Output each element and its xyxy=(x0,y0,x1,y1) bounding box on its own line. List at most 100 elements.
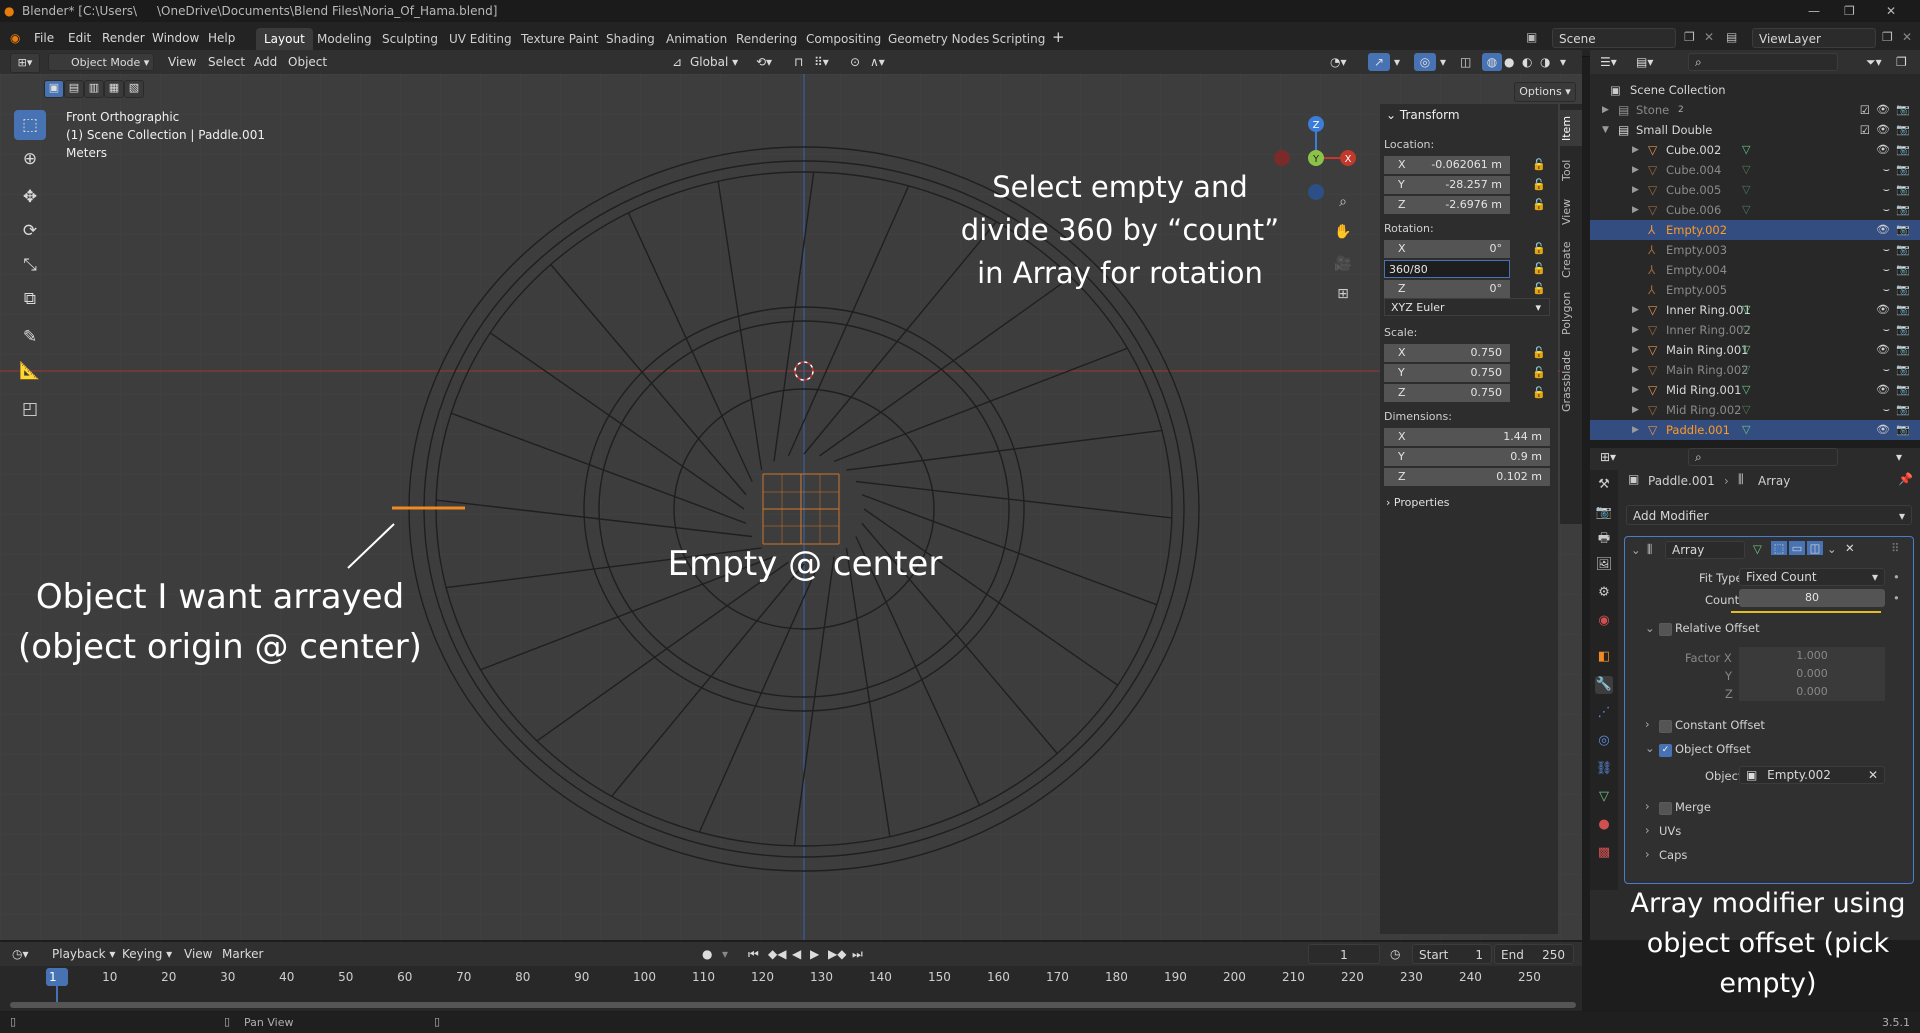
tab-modeling[interactable]: Modeling xyxy=(309,28,380,50)
new-scene-icon[interactable]: ❐ xyxy=(1684,30,1695,44)
select-intersect-icon[interactable]: ▧ xyxy=(124,80,144,98)
outliner-row[interactable]: ▶ ▽ Main Ring.001 ▽ 👁 📷 xyxy=(1590,340,1920,360)
outliner-row[interactable]: ▶ ▽ Cube.002 ▽ 👁 📷 xyxy=(1590,140,1920,160)
transform-tool-icon[interactable]: ⧉ xyxy=(14,284,46,314)
output-properties-icon[interactable]: 🖶 xyxy=(1595,530,1613,548)
clear-object-icon[interactable]: ✕ xyxy=(1868,767,1878,783)
overlays-menu-icon[interactable]: ▾ xyxy=(1440,53,1446,71)
shading-menu-icon[interactable]: ▾ xyxy=(1560,53,1566,71)
outliner-row-scene-collection[interactable]: ▣ Scene Collection xyxy=(1590,80,1920,100)
menu-playback[interactable]: Playback ▾ xyxy=(52,945,115,963)
modifier-properties-icon[interactable]: 🔧 xyxy=(1595,676,1613,694)
new-viewlayer-icon[interactable]: ❐ xyxy=(1882,30,1893,44)
tool-properties-icon[interactable]: ⚒ xyxy=(1595,476,1613,494)
rotation-y-field[interactable]: 360/80 xyxy=(1384,260,1510,278)
object-offset-checkbox[interactable]: ✓ xyxy=(1659,744,1672,757)
mesh-data-icon[interactable]: ▽ xyxy=(1742,300,1750,320)
lock-icon[interactable]: 🔓 xyxy=(1532,198,1546,211)
blender-menu-icon[interactable]: ◉ xyxy=(10,31,20,45)
remove-modifier-icon[interactable]: ✕ xyxy=(1845,541,1855,555)
menu-keying[interactable]: Keying ▾ xyxy=(122,945,172,963)
lock-icon[interactable]: 🔓 xyxy=(1532,262,1546,275)
zoom-view-icon[interactable]: ⌕ xyxy=(1332,194,1354,210)
render-camera-icon[interactable]: 📷 xyxy=(1896,220,1910,240)
outliner-editor-type-icon[interactable]: ☰▾ xyxy=(1600,53,1617,71)
minimize-icon[interactable]: — xyxy=(1808,4,1820,18)
view-layer-properties-icon[interactable]: 🖼 xyxy=(1595,556,1613,574)
expand-arrow-icon[interactable]: ▶ xyxy=(1632,320,1639,340)
scene-properties-icon[interactable]: ⚙ xyxy=(1595,584,1613,602)
object-properties-icon[interactable]: ◧ xyxy=(1595,648,1613,666)
lock-icon[interactable]: 🔓 xyxy=(1532,242,1546,255)
particles-properties-icon[interactable]: ⋰ xyxy=(1595,704,1613,722)
rotation-z-field[interactable]: Z 0° xyxy=(1384,280,1510,298)
location-x-field[interactable]: X -0.062061 m xyxy=(1384,156,1510,174)
outliner-row[interactable]: ⅄ Empty.005 ⌣ 📷 xyxy=(1590,280,1920,300)
mesh-data-icon[interactable]: ▽ xyxy=(1742,340,1750,360)
world-properties-icon[interactable]: ◉ xyxy=(1595,612,1613,630)
tab-grassblade[interactable]: Grassblade xyxy=(1560,346,1582,416)
count-keyframe-icon[interactable]: • xyxy=(1893,591,1900,605)
cursor-tool-icon[interactable]: ⊕ xyxy=(14,144,46,174)
outliner-row[interactable]: ⅄ Empty.003 ⌣ 📷 xyxy=(1590,240,1920,260)
dimensions-z-field[interactable]: Z 0.102 m xyxy=(1384,468,1550,486)
render-camera-icon[interactable]: 📷 xyxy=(1896,120,1910,140)
render-camera-icon[interactable]: 📷 xyxy=(1896,360,1910,380)
edit-mode-icon[interactable]: ⬚ xyxy=(1771,541,1787,555)
exclude-checkbox-icon[interactable]: ☑ xyxy=(1860,100,1870,120)
rotation-mode-dropdown[interactable]: XYZ Euler ▾ xyxy=(1384,298,1550,316)
solid-shading-icon[interactable]: ● xyxy=(1504,53,1514,71)
record-icon[interactable]: ● xyxy=(702,945,712,963)
outliner-search-input[interactable]: ⌕ xyxy=(1688,53,1838,71)
hidden-eye-icon[interactable]: ⌣ xyxy=(1883,180,1890,200)
viewlayer-icon[interactable]: ▤ xyxy=(1726,30,1737,44)
uvs-expand-icon[interactable]: › xyxy=(1645,823,1650,837)
scale-x-field[interactable]: X 0.750 xyxy=(1384,344,1510,362)
outliner-row[interactable]: ▶ ▽ Inner Ring.001 ▽ 👁 📷 xyxy=(1590,300,1920,320)
select-extend-icon[interactable]: ▤ xyxy=(64,80,84,98)
end-frame-field[interactable]: End 250 xyxy=(1494,944,1574,964)
mode-dropdown[interactable]: Object Mode ▾ xyxy=(48,53,154,71)
hidden-eye-icon[interactable]: ⌣ xyxy=(1883,360,1890,380)
expand-arrow-icon[interactable]: ▶ xyxy=(1632,200,1639,220)
expand-arrow-icon[interactable]: ▶ xyxy=(1632,160,1639,180)
display-mode-icon[interactable]: ▤▾ xyxy=(1636,53,1653,71)
tab-shading[interactable]: Shading xyxy=(598,28,663,50)
play-icon[interactable]: ▶ xyxy=(810,945,819,963)
data-properties-icon[interactable]: ▽ xyxy=(1595,788,1613,806)
hidden-eye-icon[interactable]: ⌣ xyxy=(1883,280,1890,300)
ortho-toggle-icon[interactable]: ⊞ xyxy=(1332,286,1354,302)
render-camera-icon[interactable]: 📷 xyxy=(1896,300,1910,320)
lock-icon[interactable]: 🔓 xyxy=(1532,386,1546,399)
mesh-data-icon[interactable]: ▽ xyxy=(1742,180,1750,200)
eye-icon[interactable]: 👁 xyxy=(1876,300,1890,320)
outliner-row[interactable]: ▶ ▤ Stone 2 ☑ 👁 📷 xyxy=(1590,100,1920,120)
mesh-data-icon[interactable]: ▽ xyxy=(1742,200,1750,220)
annotate-tool-icon[interactable]: ✎ xyxy=(14,322,46,352)
relative-offset-checkbox[interactable] xyxy=(1659,623,1672,636)
scale-tool-icon[interactable]: ⤡ xyxy=(14,250,46,280)
merge-checkbox[interactable] xyxy=(1659,802,1672,815)
menu-edit[interactable]: Edit xyxy=(68,31,91,45)
render-camera-icon[interactable]: 📷 xyxy=(1896,400,1910,420)
menu-timeline-view[interactable]: View xyxy=(184,945,212,963)
menu-file[interactable]: File xyxy=(34,31,54,45)
location-y-field[interactable]: Y -28.257 m xyxy=(1384,176,1510,194)
mesh-data-icon[interactable]: ▽ xyxy=(1742,400,1750,420)
merge-expand-icon[interactable]: › xyxy=(1645,799,1650,813)
properties-options-icon[interactable]: ▾ xyxy=(1896,448,1902,466)
properties-subpanel[interactable]: › Properties xyxy=(1386,496,1450,509)
menu-select[interactable]: Select xyxy=(208,53,245,71)
eye-icon[interactable]: 👁 xyxy=(1876,140,1890,160)
outliner-row[interactable]: ⅄ Empty.002 👁 📷 xyxy=(1590,220,1920,240)
expand-arrow-icon[interactable]: ▶ xyxy=(1602,100,1609,120)
relative-offset-collapse-icon[interactable]: ⌄ xyxy=(1645,621,1655,635)
menu-add[interactable]: Add xyxy=(254,53,277,71)
overlays-toggle-icon[interactable]: ◎ xyxy=(1414,53,1436,71)
expand-arrow-icon[interactable]: ▶ xyxy=(1632,360,1639,380)
play-reverse-icon[interactable]: ◀ xyxy=(792,945,801,963)
hidden-eye-icon[interactable]: ⌣ xyxy=(1883,260,1890,280)
factor-x-field[interactable]: 1.000 xyxy=(1739,647,1885,665)
add-workspace-icon[interactable]: + xyxy=(1052,28,1065,46)
pivot-icon[interactable]: ⟲▾ xyxy=(756,53,772,71)
